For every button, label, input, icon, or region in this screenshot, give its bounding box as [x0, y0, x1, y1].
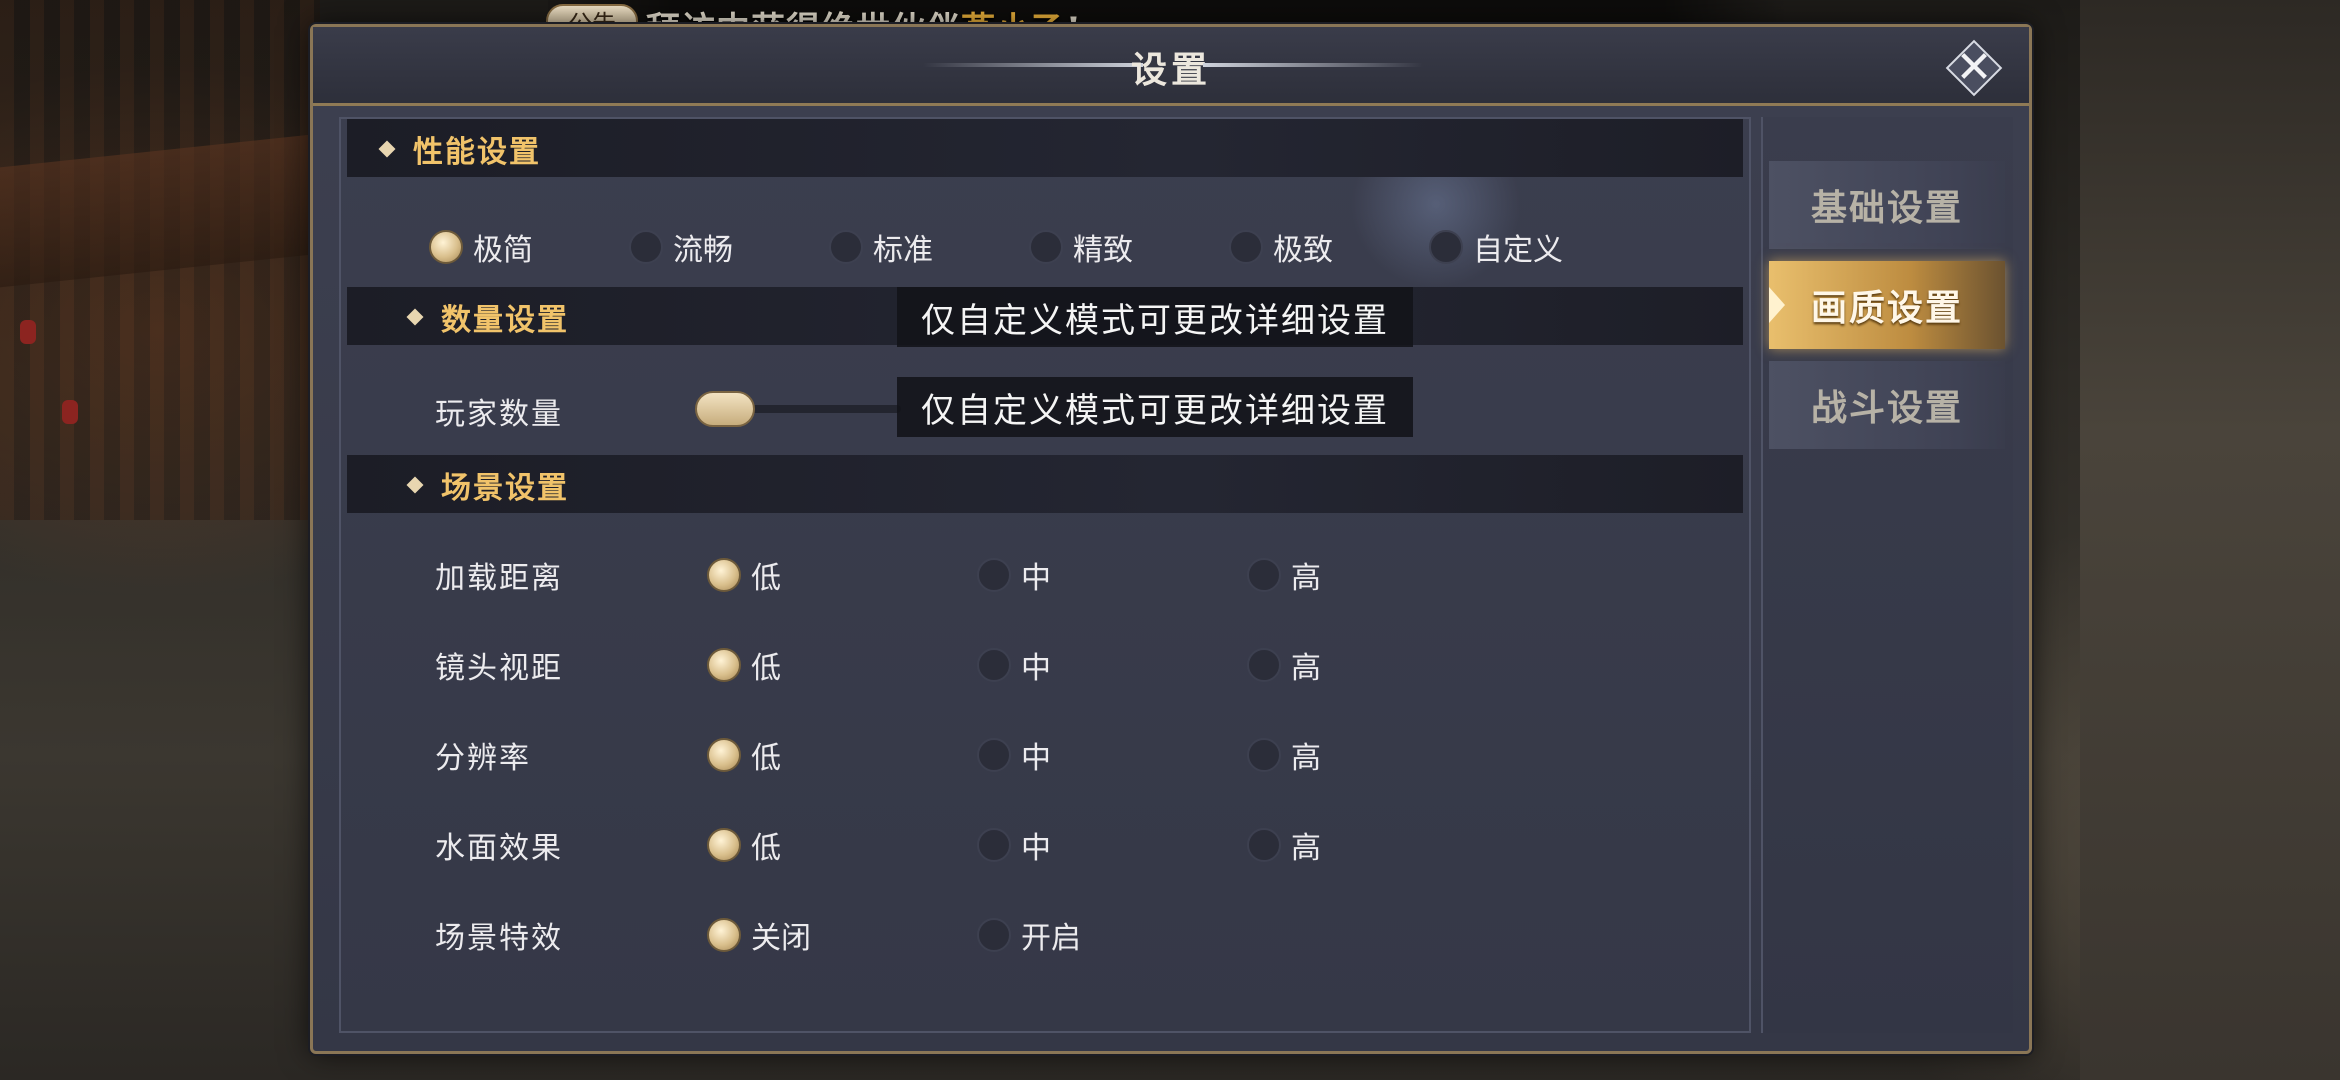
radio-label: 高	[1291, 741, 1321, 776]
dialog-title: 设置	[1130, 49, 1211, 91]
radio-resolution-high[interactable]: 高	[1247, 733, 1321, 777]
tab-graphics-settings[interactable]: 画质设置	[1769, 261, 2005, 349]
section-bullet-icon	[406, 476, 424, 494]
section-header-scene: 场景设置	[347, 455, 1743, 513]
tab-basic-settings[interactable]: 基础设置	[1769, 161, 2005, 249]
radio-performance-2[interactable]: 标准	[829, 225, 933, 269]
background-lantern	[62, 400, 78, 424]
radio-dot	[1247, 828, 1281, 862]
dialog-titlebar: 设置 ✕	[313, 27, 2029, 106]
radio-dot	[1029, 230, 1063, 264]
radio-label: 低	[751, 741, 781, 776]
radio-performance-4[interactable]: 极致	[1229, 225, 1333, 269]
settings-content-panel: 性能设置 极简 流畅 标准 精致 极致 自定义 数量设置 仅自定义模式可更改详细…	[339, 117, 1751, 1033]
radio-label: 流畅	[673, 233, 733, 268]
tab-combat-settings[interactable]: 战斗设置	[1769, 361, 2005, 449]
player-count-label: 玩家数量	[435, 397, 563, 432]
radio-label: 开启	[1021, 921, 1081, 956]
radio-label: 中	[1021, 651, 1051, 686]
radio-water-effect-mid[interactable]: 中	[977, 823, 1051, 867]
radio-dot	[1247, 648, 1281, 682]
radio-label: 自定义	[1473, 233, 1563, 268]
radio-label: 高	[1291, 831, 1321, 866]
custom-mode-tip: 仅自定义模式可更改详细设置	[897, 377, 1413, 437]
scene-row-label: 水面效果	[435, 831, 563, 866]
radio-dot	[1229, 230, 1263, 264]
radio-dot	[1429, 230, 1463, 264]
section-title-scene: 场景设置	[441, 471, 569, 506]
radio-performance-1[interactable]: 流畅	[629, 225, 733, 269]
radio-dot	[977, 648, 1011, 682]
radio-label: 中	[1021, 561, 1051, 596]
radio-dot	[977, 738, 1011, 772]
radio-label: 中	[1021, 741, 1051, 776]
scene-row-label: 分辨率	[435, 741, 531, 776]
radio-dot	[429, 230, 463, 264]
radio-dot	[1247, 738, 1281, 772]
radio-label: 低	[751, 831, 781, 866]
radio-load-distance-mid[interactable]: 中	[977, 553, 1051, 597]
radio-dot	[1247, 558, 1281, 592]
radio-performance-0[interactable]: 极简	[429, 225, 533, 269]
radio-dot	[977, 828, 1011, 862]
settings-tab-sidebar: 基础设置 画质设置 战斗设置	[1761, 117, 2013, 1033]
radio-dot	[707, 648, 741, 682]
radio-camera-distance-low[interactable]: 低	[707, 643, 781, 687]
radio-performance-3[interactable]: 精致	[1029, 225, 1133, 269]
radio-resolution-mid[interactable]: 中	[977, 733, 1051, 777]
radio-dot	[707, 738, 741, 772]
tab-label: 画质设置	[1810, 287, 1963, 329]
radio-label: 精致	[1073, 233, 1133, 268]
background-lantern	[20, 320, 36, 344]
radio-label: 中	[1021, 831, 1051, 866]
background-ground	[2080, 0, 2340, 1080]
radio-load-distance-high[interactable]: 高	[1247, 553, 1321, 597]
radio-label: 高	[1291, 651, 1321, 686]
active-tab-arrow-icon	[1769, 287, 1785, 323]
title-ornament-right	[1203, 63, 1423, 67]
radio-performance-5[interactable]: 自定义	[1429, 225, 1563, 269]
radio-label: 低	[751, 651, 781, 686]
scene-row-label: 镜头视距	[435, 651, 563, 686]
radio-dot	[707, 918, 741, 952]
radio-dot	[977, 558, 1011, 592]
radio-scene-effects-off[interactable]: 关闭	[707, 913, 811, 957]
radio-camera-distance-high[interactable]: 高	[1247, 643, 1321, 687]
section-bullet-icon	[378, 140, 396, 158]
radio-dot	[829, 230, 863, 264]
close-x-icon: ✕	[1955, 42, 1993, 93]
radio-dot	[707, 558, 741, 592]
radio-label: 高	[1291, 561, 1321, 596]
radio-camera-distance-mid[interactable]: 中	[977, 643, 1051, 687]
radio-dot	[977, 918, 1011, 952]
radio-label: 低	[751, 561, 781, 596]
radio-water-effect-low[interactable]: 低	[707, 823, 781, 867]
radio-label: 标准	[873, 233, 933, 268]
settings-dialog: 设置 ✕ 性能设置 极简 流畅 标准 精致 极致 自定义 数量设置 仅自定义模式…	[310, 24, 2032, 1054]
section-title-performance: 性能设置	[413, 135, 541, 170]
radio-label: 极简	[473, 233, 533, 268]
radio-dot	[707, 828, 741, 862]
scene-row-label: 场景特效	[435, 921, 563, 956]
radio-label: 极致	[1273, 233, 1333, 268]
section-header-performance: 性能设置	[347, 119, 1743, 177]
radio-load-distance-low[interactable]: 低	[707, 553, 781, 597]
close-button[interactable]: ✕	[1945, 39, 2003, 97]
custom-mode-tip: 仅自定义模式可更改详细设置	[897, 287, 1413, 347]
radio-resolution-low[interactable]: 低	[707, 733, 781, 777]
radio-water-effect-high[interactable]: 高	[1247, 823, 1321, 867]
radio-label: 关闭	[751, 921, 811, 956]
radio-dot	[629, 230, 663, 264]
radio-scene-effects-on[interactable]: 开启	[977, 913, 1081, 957]
scene-row-label: 加载距离	[435, 561, 563, 596]
player-count-slider-knob[interactable]	[695, 391, 755, 427]
section-bullet-icon	[406, 308, 424, 326]
section-title-quantity: 数量设置	[441, 303, 569, 338]
